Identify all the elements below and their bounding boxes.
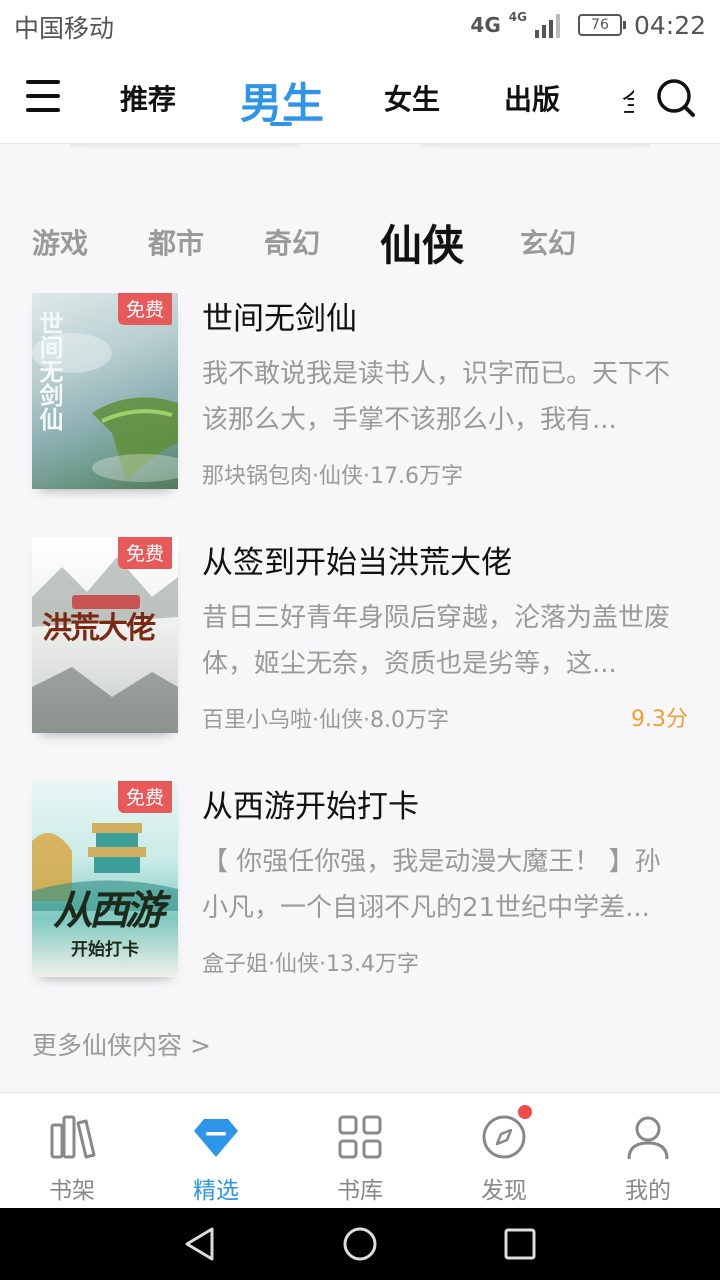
- home-icon[interactable]: [342, 1226, 378, 1262]
- system-nav-bar: [0, 1208, 720, 1280]
- more-xianxia-link[interactable]: 更多仙侠内容 >: [32, 1026, 211, 1062]
- book-item[interactable]: 世间无剑仙 免费 世间无剑仙 我不敢说我是读书人，识字而已。天下不该那么大，手掌…: [32, 293, 692, 493]
- nav-library[interactable]: 书库: [288, 1093, 432, 1209]
- category-game[interactable]: 游戏: [32, 222, 88, 262]
- category-xuanhuan[interactable]: 玄幻: [520, 222, 576, 262]
- category-xianxia[interactable]: 仙侠: [380, 212, 464, 273]
- nav-label: 精选: [193, 1178, 239, 1204]
- network-type: 4G: [470, 13, 501, 37]
- back-icon[interactable]: [182, 1226, 218, 1262]
- book-item[interactable]: 从西游 开始打卡 免费 从西游开始打卡 【 你强任你强，我是动漫大魔王！ 】孙小…: [32, 781, 692, 981]
- nav-label: 书架: [49, 1178, 95, 1204]
- notification-dot: [518, 1105, 532, 1119]
- book-title[interactable]: 从签到开始当洪荒大佬: [202, 537, 512, 582]
- cover-title: 从西游: [53, 887, 165, 934]
- top-nav: 推荐 男生 女生 出版 全: [0, 50, 720, 144]
- cover-title: 世间无剑仙: [35, 311, 64, 431]
- book-cover[interactable]: 从西游 开始打卡 免费: [32, 781, 178, 977]
- bookshelf-icon: [50, 1115, 96, 1159]
- compass-icon: [482, 1115, 526, 1159]
- book-score: 9.3分: [631, 707, 688, 732]
- book-meta: 那块锅包肉·仙侠·17.6万字: [202, 464, 463, 489]
- diamond-icon: [194, 1119, 238, 1157]
- cover-subtitle: 开始打卡: [71, 940, 139, 960]
- book-meta: 盒子姐·仙侠·13.4万字: [202, 952, 419, 977]
- tab-female[interactable]: 女生: [384, 78, 440, 118]
- active-tab-indicator: [270, 122, 292, 126]
- book-cover[interactable]: 洪荒大佬 免费: [32, 537, 178, 733]
- nav-discover[interactable]: 发现: [432, 1093, 576, 1209]
- bottom-nav: 书架 精选 书库 发现 我的: [0, 1092, 720, 1208]
- category-urban[interactable]: 都市: [148, 222, 204, 262]
- status-bar: 中国移动 4G 4G 76 04:22: [0, 0, 720, 50]
- nav-label: 我的: [625, 1178, 671, 1204]
- card-shadow: [70, 144, 300, 150]
- nav-profile[interactable]: 我的: [576, 1093, 720, 1209]
- menu-icon[interactable]: [26, 80, 60, 112]
- tab-overflow-hint: 全: [622, 80, 634, 114]
- nav-label: 书库: [337, 1178, 383, 1204]
- free-badge: 免费: [117, 781, 172, 813]
- book-title[interactable]: 从西游开始打卡: [202, 781, 419, 826]
- nav-label: 发现: [481, 1178, 527, 1204]
- network-type-secondary: 4G: [508, 10, 527, 24]
- book-description: 【 你强任你强，我是动漫大魔王！ 】孙小凡，一个自诩不凡的21世纪中学差...: [202, 847, 661, 923]
- book-cover[interactable]: 世间无剑仙 免费: [32, 293, 178, 489]
- battery-icon: 76: [577, 14, 626, 36]
- clock: 04:22: [633, 10, 706, 40]
- book-description: 昔日三好青年身陨后穿越，沦落为盖世废体，姬尘无奈，资质也是劣等，这...: [202, 603, 671, 679]
- nav-featured[interactable]: 精选: [144, 1093, 288, 1209]
- search-icon[interactable]: [656, 78, 696, 118]
- book-title[interactable]: 世间无剑仙: [202, 293, 357, 338]
- book-item[interactable]: 洪荒大佬 免费 从签到开始当洪荒大佬 昔日三好青年身陨后穿越，沦落为盖世废体，姬…: [32, 537, 692, 737]
- free-badge: 免费: [117, 293, 172, 325]
- recents-icon[interactable]: [502, 1226, 538, 1262]
- nav-bookshelf[interactable]: 书架: [0, 1093, 144, 1209]
- tab-publish[interactable]: 出版: [504, 78, 560, 118]
- cover-title: 洪荒大佬: [42, 611, 156, 646]
- free-badge: 免费: [117, 537, 172, 569]
- carrier-name: 中国移动: [14, 14, 115, 43]
- status-indicators: 4G 4G 76 04:22: [470, 8, 706, 42]
- category-fantasy[interactable]: 奇幻: [264, 222, 320, 262]
- tab-recommend[interactable]: 推荐: [120, 78, 176, 118]
- grid-icon: [338, 1115, 382, 1159]
- book-meta: 百里小乌啦·仙侠·8.0万字: [202, 708, 449, 733]
- user-icon: [627, 1116, 669, 1160]
- book-description: 我不敢说我是读书人，识字而已。天下不该那么大，手掌不该那么小，我有...: [202, 359, 671, 435]
- signal-icon: [534, 12, 560, 38]
- card-shadow: [420, 144, 650, 150]
